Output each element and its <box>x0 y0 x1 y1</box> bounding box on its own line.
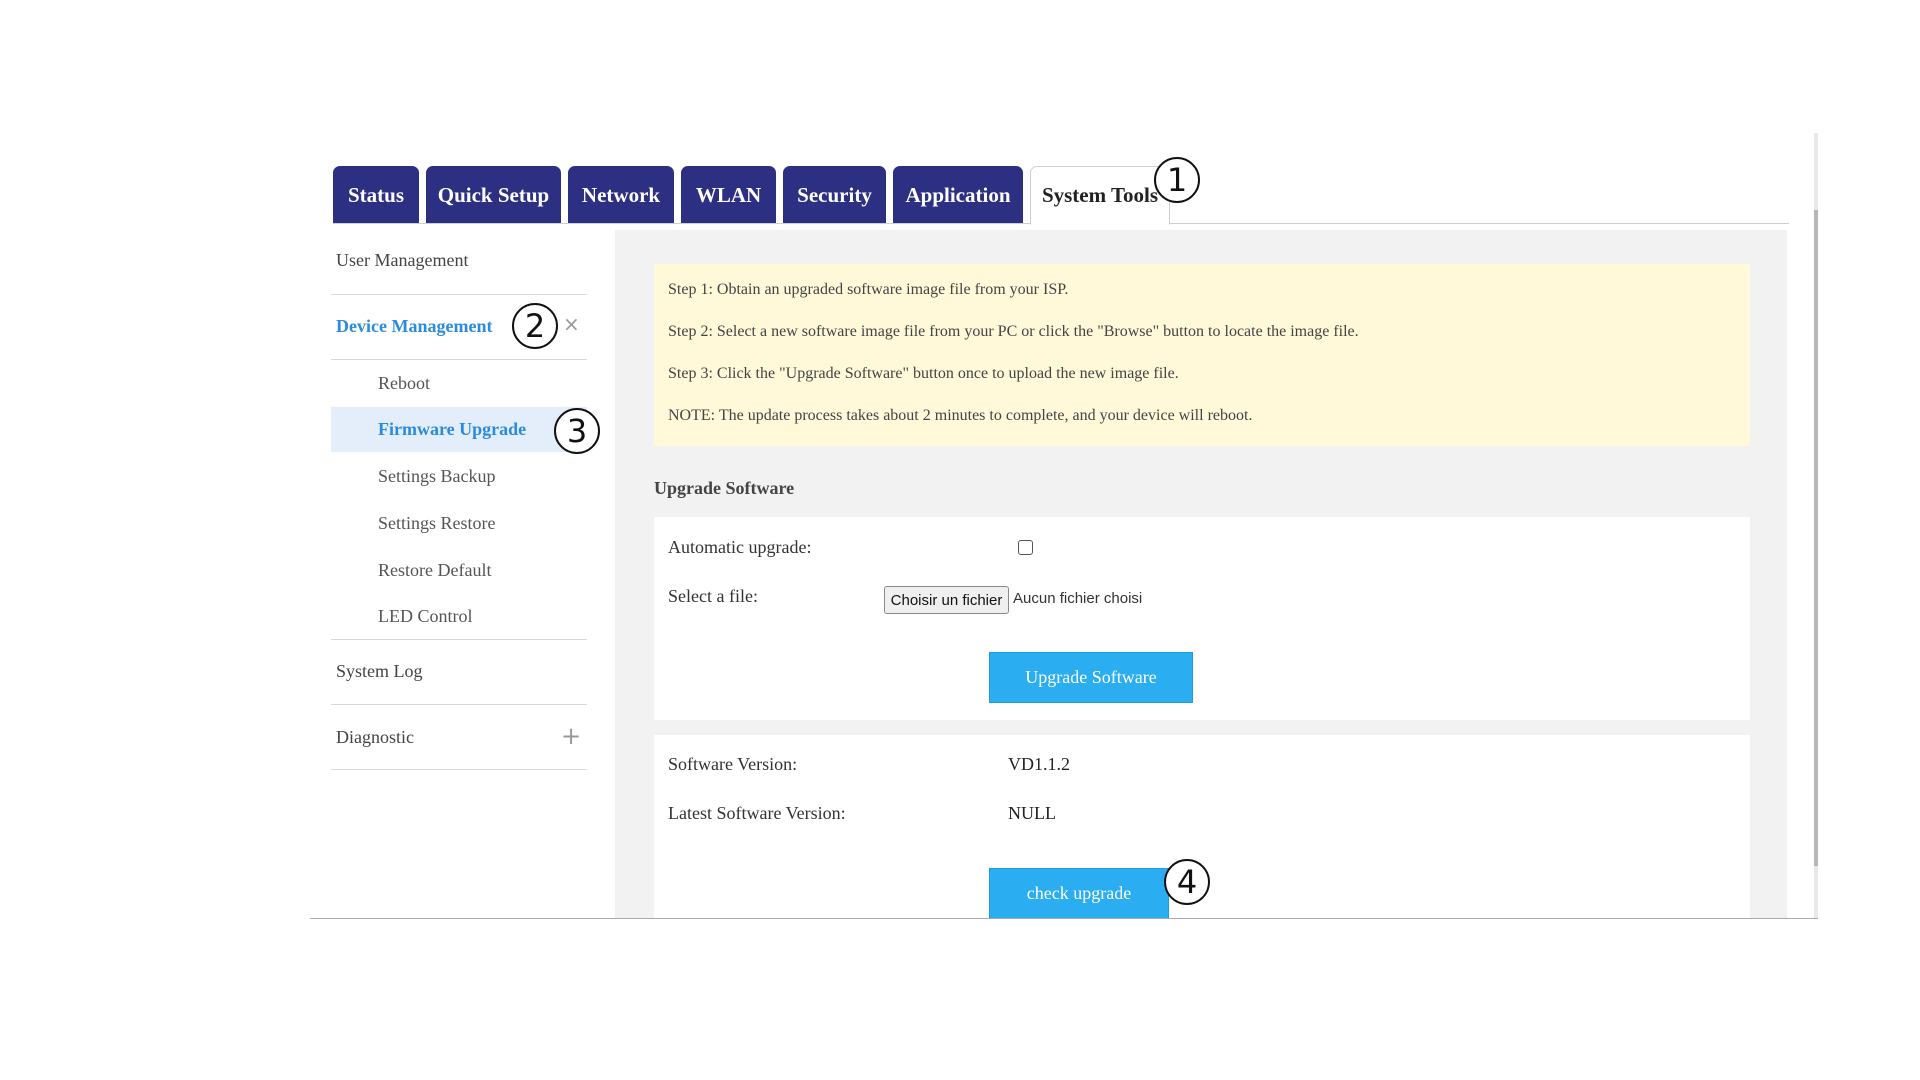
choose-file-button[interactable]: Choisir un fichier <box>884 586 1009 614</box>
sidebar-item-user-management[interactable]: User Management <box>336 250 468 271</box>
section-title-upgrade-software: Upgrade Software <box>654 478 795 498</box>
sidebar-item-diagnostic[interactable]: Diagnostic <box>336 727 414 748</box>
latest-software-version-label: Latest Software Version: <box>668 803 846 823</box>
check-upgrade-button[interactable]: check upgrade <box>989 868 1169 919</box>
latest-software-version-value: NULL <box>1008 803 1056 823</box>
select-file-label: Select a file: <box>668 586 758 606</box>
automatic-upgrade-checkbox[interactable] <box>1018 540 1033 555</box>
file-status-text: Aucun fichier choisi <box>1013 590 1143 607</box>
tab-application[interactable]: Application <box>893 166 1023 224</box>
sidebar-sub-firmware-upgrade[interactable]: Firmware Upgrade <box>378 419 526 440</box>
tab-security[interactable]: Security <box>783 166 886 224</box>
sidebar-sub-settings-backup[interactable]: Settings Backup <box>378 466 496 487</box>
sidebar-item-device-management[interactable]: Device Management <box>336 316 492 337</box>
notice-step-3: Step 3: Click the "Upgrade Software" but… <box>668 365 1179 382</box>
sidebar-divider <box>331 769 587 770</box>
callout-3: 3 <box>554 408 600 454</box>
viewport-bottom-border <box>310 918 1818 919</box>
sidebar-divider <box>331 294 587 295</box>
tab-quick-setup[interactable]: Quick Setup <box>426 166 561 224</box>
scrollbar-thumb[interactable] <box>1814 210 1818 866</box>
upgrade-card <box>654 517 1750 720</box>
sidebar-divider <box>331 704 587 705</box>
sidebar-item-system-log[interactable]: System Log <box>336 661 423 682</box>
plus-icon[interactable]: + <box>561 722 581 750</box>
sidebar-sub-led-control[interactable]: LED Control <box>378 606 473 627</box>
automatic-upgrade-label: Automatic upgrade: <box>668 537 812 557</box>
notice-note: NOTE: The update process takes about 2 m… <box>668 407 1253 424</box>
notice-step-2: Step 2: Select a new software image file… <box>668 323 1359 340</box>
callout-2: 2 <box>512 303 558 349</box>
sidebar-sub-restore-default[interactable]: Restore Default <box>378 560 491 581</box>
upgrade-software-button[interactable]: Upgrade Software <box>989 652 1193 703</box>
instructions-notice: Step 1: Obtain an upgraded software imag… <box>654 264 1750 446</box>
tab-system-tools[interactable]: System Tools <box>1030 166 1170 225</box>
callout-4: 4 <box>1164 859 1210 905</box>
notice-step-1: Step 1: Obtain an upgraded software imag… <box>668 281 1069 298</box>
software-version-value: VD1.1.2 <box>1008 754 1070 774</box>
sidebar-sub-settings-restore[interactable]: Settings Restore <box>378 513 496 534</box>
sidebar-divider <box>331 359 587 360</box>
sidebar-sub-reboot[interactable]: Reboot <box>378 373 430 394</box>
callout-1: 1 <box>1154 157 1200 203</box>
tab-network[interactable]: Network <box>568 166 674 224</box>
tab-wlan[interactable]: WLAN <box>681 166 776 224</box>
tab-status[interactable]: Status <box>333 166 419 224</box>
sidebar-divider <box>331 639 587 640</box>
close-icon[interactable]: × <box>563 312 580 336</box>
software-version-label: Software Version: <box>668 754 798 774</box>
